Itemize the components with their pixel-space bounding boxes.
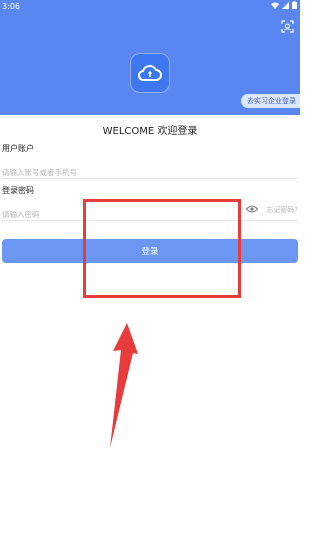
battery-icon xyxy=(292,1,297,9)
welcome-title: WELCOME 欢迎登录 xyxy=(102,126,198,137)
password-label: 登录密码 xyxy=(2,186,34,195)
password-field-row: 忘记密码? xyxy=(2,202,298,223)
forgot-password-link[interactable]: 忘记密码? xyxy=(266,205,298,215)
status-icons xyxy=(271,1,297,9)
eye-icon[interactable] xyxy=(246,204,258,214)
login-button[interactable]: 登录 xyxy=(2,239,298,263)
signal-icon xyxy=(282,1,289,9)
status-bar: 3:06 xyxy=(0,0,300,14)
password-input[interactable] xyxy=(2,206,232,223)
cloud-icon xyxy=(138,65,162,81)
wifi-icon xyxy=(271,2,279,9)
account-field-row xyxy=(2,160,298,181)
header-banner: 3:06 去实习企业登录 xyxy=(0,0,300,115)
enterprise-login-link[interactable]: 去实习企业登录 xyxy=(241,94,300,108)
scan-icon[interactable] xyxy=(281,20,294,33)
account-input[interactable] xyxy=(2,164,232,181)
app-logo xyxy=(131,54,169,92)
status-time: 3:06 xyxy=(2,2,20,11)
account-label: 用户账户 xyxy=(2,144,34,153)
